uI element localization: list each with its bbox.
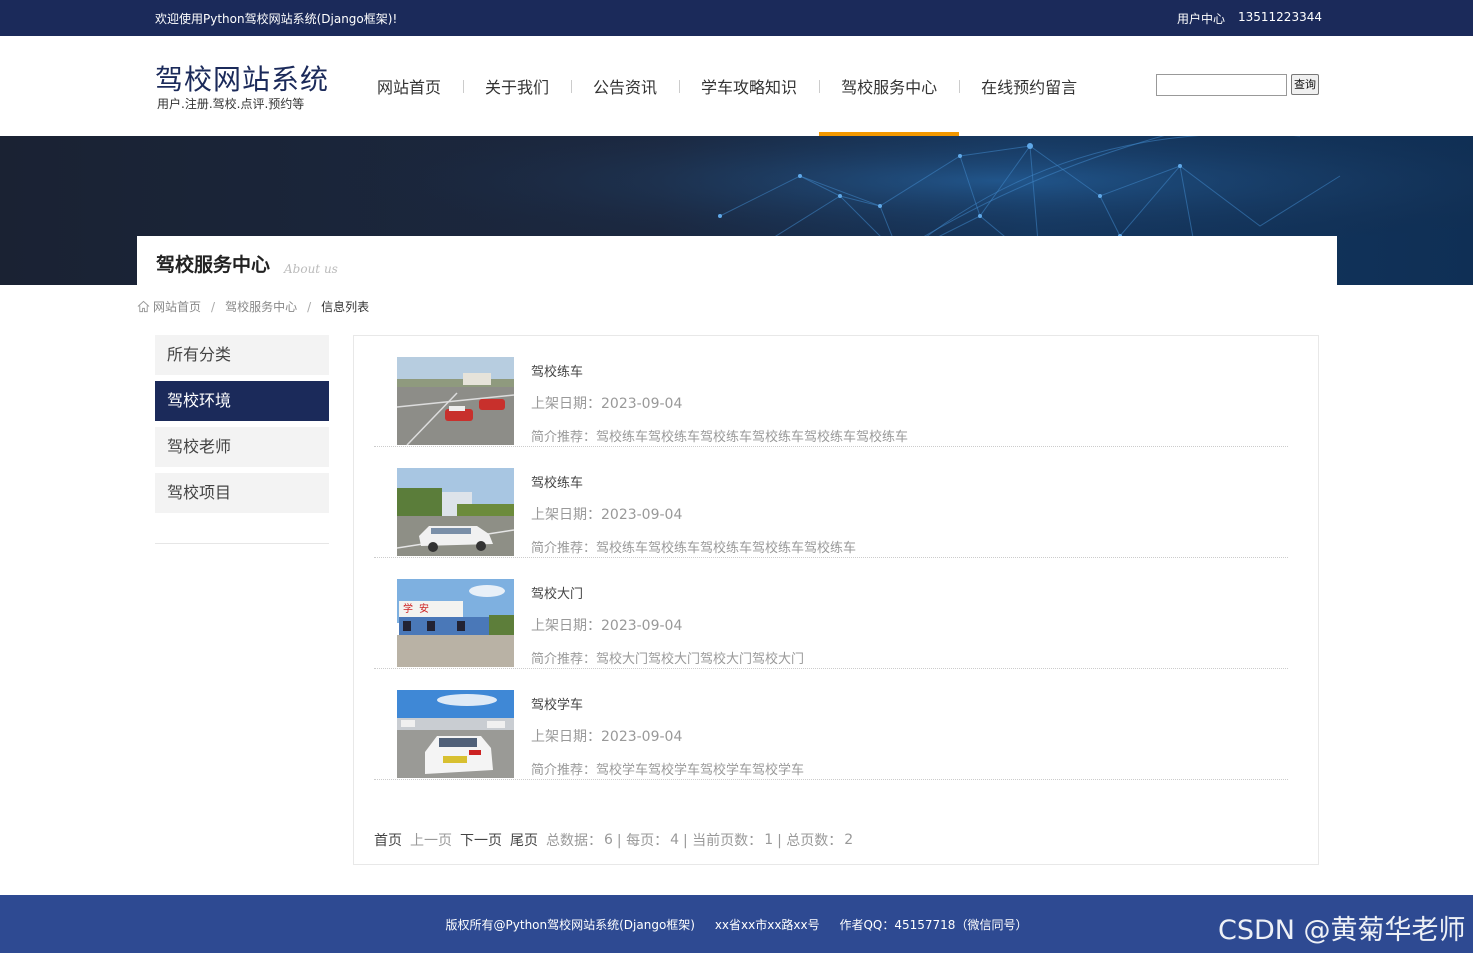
info-list: 驾校练车 上架日期：2023-09-04 简介推荐：驾校练车驾校练车驾校练车驾校…: [353, 335, 1319, 865]
top-bar: 欢迎使用Python驾校网站系统(Django框架)! 用户中心 1351122…: [0, 0, 1473, 36]
sidebar-item-projects[interactable]: 驾校项目: [155, 473, 329, 513]
breadcrumb: 网站首页 / 驾校服务中心 / 信息列表: [137, 298, 369, 315]
item-description: 简介推荐：驾校学车驾校学车驾校学车驾校学车: [531, 763, 805, 778]
current-page-number: 1: [764, 832, 774, 848]
item-date: 上架日期：2023-09-04: [531, 729, 683, 745]
category-sidebar: 所有分类 驾校环境 驾校老师 驾校项目: [155, 335, 329, 519]
item-title[interactable]: 驾校练车: [531, 361, 583, 380]
current-page-label: | 当前页数：: [683, 833, 763, 849]
item-title[interactable]: 驾校学车: [531, 694, 583, 713]
item-thumbnail[interactable]: [397, 468, 514, 556]
pagination: 首页 上一页 下一页 尾页 总数据： 6 | 每页： 4 | 当前页数： 1 |…: [374, 830, 857, 850]
main-nav: 网站首页 关于我们 公告资讯 学车攻略知识 驾校服务中心 在线预约留言: [355, 36, 1099, 136]
logo-subtitle: 用户.注册.驾校.点评.预约等: [157, 97, 305, 111]
breadcrumb-separator: /: [307, 299, 312, 314]
phone-number: 13511223344: [1238, 10, 1322, 24]
svg-text:学: 学: [403, 602, 413, 615]
footer-copyright: 版权所有@Python驾校网站系统(Django框架): [445, 918, 695, 932]
total-label: 总数据：: [546, 833, 602, 849]
svg-text:安: 安: [419, 602, 429, 615]
last-page-link[interactable]: 尾页: [510, 830, 538, 850]
sidebar-item-teachers[interactable]: 驾校老师: [155, 427, 329, 467]
header: 驾校网站系统 用户.注册.驾校.点评.预约等 网站首页 关于我们 公告资讯 学车…: [0, 36, 1473, 136]
item-description: 简介推荐：驾校大门驾校大门驾校大门驾校大门: [531, 652, 805, 667]
search-button[interactable]: 查询: [1291, 74, 1319, 95]
next-page-link[interactable]: 下一页: [460, 830, 502, 850]
item-date: 上架日期：2023-09-04: [531, 618, 683, 634]
footer-author: 作者QQ：45157718（微信同号）: [839, 918, 1028, 932]
first-page-link[interactable]: 首页: [374, 830, 402, 850]
item-date: 上架日期：2023-09-04: [531, 396, 683, 412]
page-title: 驾校服务中心: [156, 254, 271, 276]
item-title[interactable]: 驾校大门: [531, 583, 583, 602]
total-count: 6: [604, 832, 613, 848]
per-page-count: 4: [670, 832, 680, 848]
page-title-box: 驾校服务中心 About us: [137, 236, 1337, 285]
list-item[interactable]: 驾校练车 上架日期：2023-09-04 简介推荐：驾校练车驾校练车驾校练车驾校…: [374, 336, 1288, 447]
item-date: 上架日期：2023-09-04: [531, 507, 683, 523]
item-description: 简介推荐：驾校练车驾校练车驾校练车驾校练车驾校练车: [531, 541, 857, 556]
per-page-label: | 每页：: [616, 833, 669, 849]
logo-title[interactable]: 驾校网站系统: [155, 58, 329, 98]
list-item[interactable]: 驾校练车 上架日期：2023-09-04 简介推荐：驾校练车驾校练车驾校练车驾校…: [374, 447, 1288, 558]
sidebar-item-all[interactable]: 所有分类: [155, 335, 329, 375]
nav-service-center[interactable]: 驾校服务中心: [819, 36, 960, 136]
welcome-text: 欢迎使用Python驾校网站系统(Django框架)!: [155, 12, 398, 26]
item-thumbnail[interactable]: [397, 357, 514, 445]
prev-page-link[interactable]: 上一页: [410, 830, 452, 850]
nav-news[interactable]: 公告资讯: [571, 36, 679, 136]
user-center-link[interactable]: 用户中心: [1177, 10, 1225, 27]
home-icon: [137, 300, 150, 313]
nav-home[interactable]: 网站首页: [355, 36, 463, 136]
search-input[interactable]: [1156, 74, 1287, 96]
csdn-watermark: CSDN @黄菊华老师: [1218, 915, 1466, 946]
breadcrumb-separator: /: [211, 299, 216, 314]
item-description: 简介推荐：驾校练车驾校练车驾校练车驾校练车驾校练车驾校练车: [531, 430, 909, 445]
item-thumbnail[interactable]: [397, 690, 514, 778]
list-item[interactable]: 学 安 驾校大门 上架日期：2023-09-04 简介推荐：驾校大门驾校大门驾校…: [374, 558, 1288, 669]
footer-address: xx省xx市xx路xx号: [714, 918, 820, 932]
item-title[interactable]: 驾校练车: [531, 472, 583, 491]
total-pages-label: | 总页数：: [777, 833, 843, 849]
nav-about[interactable]: 关于我们: [463, 36, 571, 136]
nav-booking[interactable]: 在线预约留言: [959, 36, 1099, 136]
breadcrumb-service-center[interactable]: 驾校服务中心: [225, 298, 297, 315]
list-item[interactable]: 驾校学车 上架日期：2023-09-04 简介推荐：驾校学车驾校学车驾校学车驾校…: [374, 669, 1288, 780]
sidebar-divider: [155, 543, 329, 544]
sidebar-item-environment[interactable]: 驾校环境: [155, 381, 329, 421]
item-thumbnail[interactable]: 学 安: [397, 579, 514, 667]
nav-guide[interactable]: 学车攻略知识: [679, 36, 819, 136]
breadcrumb-home[interactable]: 网站首页: [153, 298, 201, 315]
total-pages-number: 2: [844, 832, 854, 848]
breadcrumb-current: 信息列表: [321, 300, 370, 314]
page-title-en: About us: [284, 262, 338, 276]
